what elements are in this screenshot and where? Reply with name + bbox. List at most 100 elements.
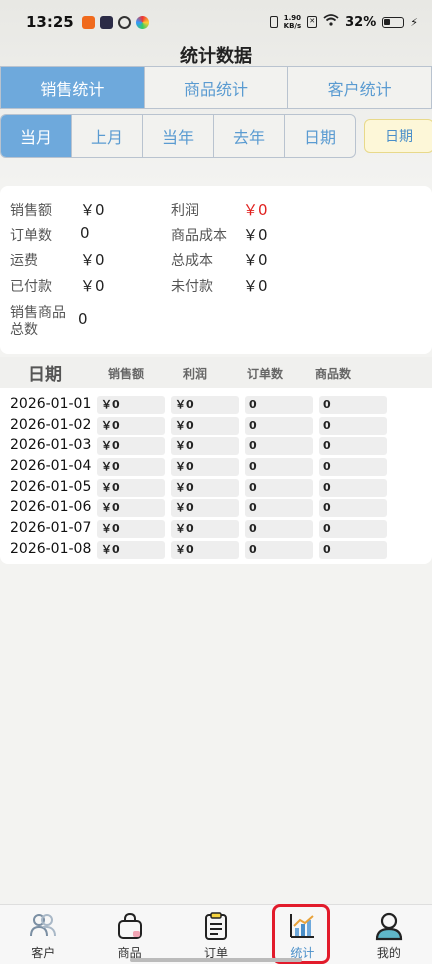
status-bar: 13:25 1.90 KB/s ✕ 32% ⚡: [0, 0, 432, 44]
row-profit: ￥0: [171, 520, 239, 538]
paid-label: 已付款: [10, 279, 52, 295]
row-date: 2026-01-08: [10, 541, 92, 557]
table-row[interactable]: 2026-01-02 ￥0 ￥0 0 0: [0, 416, 432, 436]
row-goods: 0: [319, 479, 387, 497]
battery-icon: [382, 16, 405, 28]
tab-sales-stats[interactable]: 销售统计: [1, 67, 145, 108]
summary-card: 销售额 ￥0 利润 ￥0 订单数 0 商品成本 ￥0 运费 ￥0 总成本 ￥0 …: [0, 186, 432, 354]
date-picker-button[interactable]: 日期: [364, 119, 432, 153]
row-orders: 0: [245, 437, 313, 455]
row-orders: 0: [245, 541, 313, 559]
colorful-app-icon: [135, 15, 149, 29]
row-profit: ￥0: [171, 541, 239, 559]
link-app-icon: [117, 15, 131, 29]
profit-value: ￥0: [243, 201, 268, 219]
person-icon: [375, 912, 402, 941]
tab-last-year[interactable]: 去年: [214, 115, 285, 157]
page-title: 统计数据: [180, 46, 252, 67]
row-profit: ￥0: [171, 479, 239, 497]
header-sales: 销售额: [108, 367, 145, 381]
row-date: 2026-01-04: [10, 458, 92, 474]
row-profit: ￥0: [171, 437, 239, 455]
nav-products[interactable]: 商品: [86, 905, 172, 964]
row-profit: ￥0: [171, 417, 239, 435]
row-orders: 0: [245, 520, 313, 538]
tab-last-month[interactable]: 上月: [72, 115, 143, 157]
vibrate-icon: [269, 16, 278, 28]
table-row[interactable]: 2026-01-04 ￥0 ￥0 0 0: [0, 457, 432, 477]
orders-value: 0: [80, 224, 90, 242]
row-sales: ￥0: [97, 520, 165, 538]
row-sales: ￥0: [97, 479, 165, 497]
table-row[interactable]: 2026-01-05 ￥0 ￥0 0 0: [0, 478, 432, 498]
nav-label-customers: 客户: [31, 946, 56, 960]
unpaid-label: 未付款: [171, 279, 213, 295]
shipping-label: 运费: [10, 253, 38, 269]
daily-table: 2026-01-01 ￥0 ￥0 0 0 2026-01-02 ￥0 ￥0 0 …: [0, 388, 432, 564]
row-goods: 0: [319, 458, 387, 476]
row-date: 2026-01-07: [10, 520, 92, 536]
row-orders: 0: [245, 479, 313, 497]
goods-cost-label: 商品成本: [171, 228, 227, 244]
row-orders: 0: [245, 499, 313, 517]
nav-orders[interactable]: 订单: [173, 905, 259, 964]
row-sales: ￥0: [97, 396, 165, 414]
play-app-icon: [99, 15, 113, 29]
category-tabs: 销售统计 商品统计 客户统计: [0, 66, 432, 109]
period-tabs: 当月 上月 当年 去年 日期: [0, 114, 356, 158]
row-profit: ￥0: [171, 499, 239, 517]
row-orders: 0: [245, 458, 313, 476]
status-indicators: 1.90 KB/s ✕ 32% ⚡: [269, 14, 418, 30]
nav-customers[interactable]: 客户: [0, 905, 86, 964]
wifi-icon: [323, 14, 339, 30]
nav-profile[interactable]: 我的: [346, 905, 432, 964]
unpaid-value: ￥0: [243, 277, 268, 295]
row-goods: 0: [319, 499, 387, 517]
goods-cost-value: ￥0: [243, 226, 268, 244]
row-orders: 0: [245, 396, 313, 414]
paid-value: ￥0: [80, 277, 105, 295]
total-cost-label: 总成本: [171, 253, 213, 269]
row-date: 2026-01-03: [10, 437, 92, 453]
table-row[interactable]: 2026-01-06 ￥0 ￥0 0 0: [0, 498, 432, 518]
orders-label: 订单数: [10, 228, 52, 244]
row-profit: ￥0: [171, 396, 239, 414]
status-time: 13:25: [26, 13, 74, 31]
row-goods: 0: [319, 417, 387, 435]
shipping-value: ￥0: [80, 251, 105, 269]
taobao-app-icon: [81, 15, 95, 29]
row-date: 2026-01-02: [10, 417, 92, 433]
home-indicator[interactable]: [130, 958, 302, 962]
profit-label: 利润: [171, 203, 199, 219]
row-date: 2026-01-01: [10, 396, 92, 412]
tab-date[interactable]: 日期: [285, 115, 355, 157]
row-sales: ￥0: [97, 458, 165, 476]
sim-icon: ✕: [307, 16, 318, 28]
goods-total-label-line2: 总数: [10, 322, 38, 338]
table-row[interactable]: 2026-01-01 ￥0 ￥0 0 0: [0, 395, 432, 415]
tab-product-stats[interactable]: 商品统计: [145, 67, 289, 108]
goods-total-value: 0: [78, 310, 88, 328]
selected-nav-highlight: [272, 904, 330, 964]
row-goods: 0: [319, 520, 387, 538]
tab-this-year[interactable]: 当年: [143, 115, 214, 157]
row-sales: ￥0: [97, 417, 165, 435]
row-sales: ￥0: [97, 541, 165, 559]
header-orders: 订单数: [247, 367, 284, 381]
table-row[interactable]: 2026-01-07 ￥0 ￥0 0 0: [0, 519, 432, 539]
network-speed: 1.90 KB/s: [283, 14, 302, 30]
header-date: 日期: [28, 365, 62, 385]
row-date: 2026-01-06: [10, 499, 92, 515]
tab-customer-stats[interactable]: 客户统计: [288, 67, 431, 108]
header-goods: 商品数: [315, 367, 352, 381]
row-date: 2026-01-05: [10, 479, 92, 495]
table-header: 日期 销售额 利润 订单数 商品数: [0, 357, 432, 388]
nav-label-profile: 我的: [376, 946, 401, 960]
customers-icon: [30, 914, 57, 937]
table-row[interactable]: 2026-01-03 ￥0 ￥0 0 0: [0, 436, 432, 456]
row-goods: 0: [319, 396, 387, 414]
sales-label: 销售额: [10, 203, 52, 219]
bag-icon: [117, 912, 142, 939]
tab-this-month[interactable]: 当月: [1, 115, 72, 157]
table-row[interactable]: 2026-01-08 ￥0 ￥0 0 0: [0, 540, 432, 560]
